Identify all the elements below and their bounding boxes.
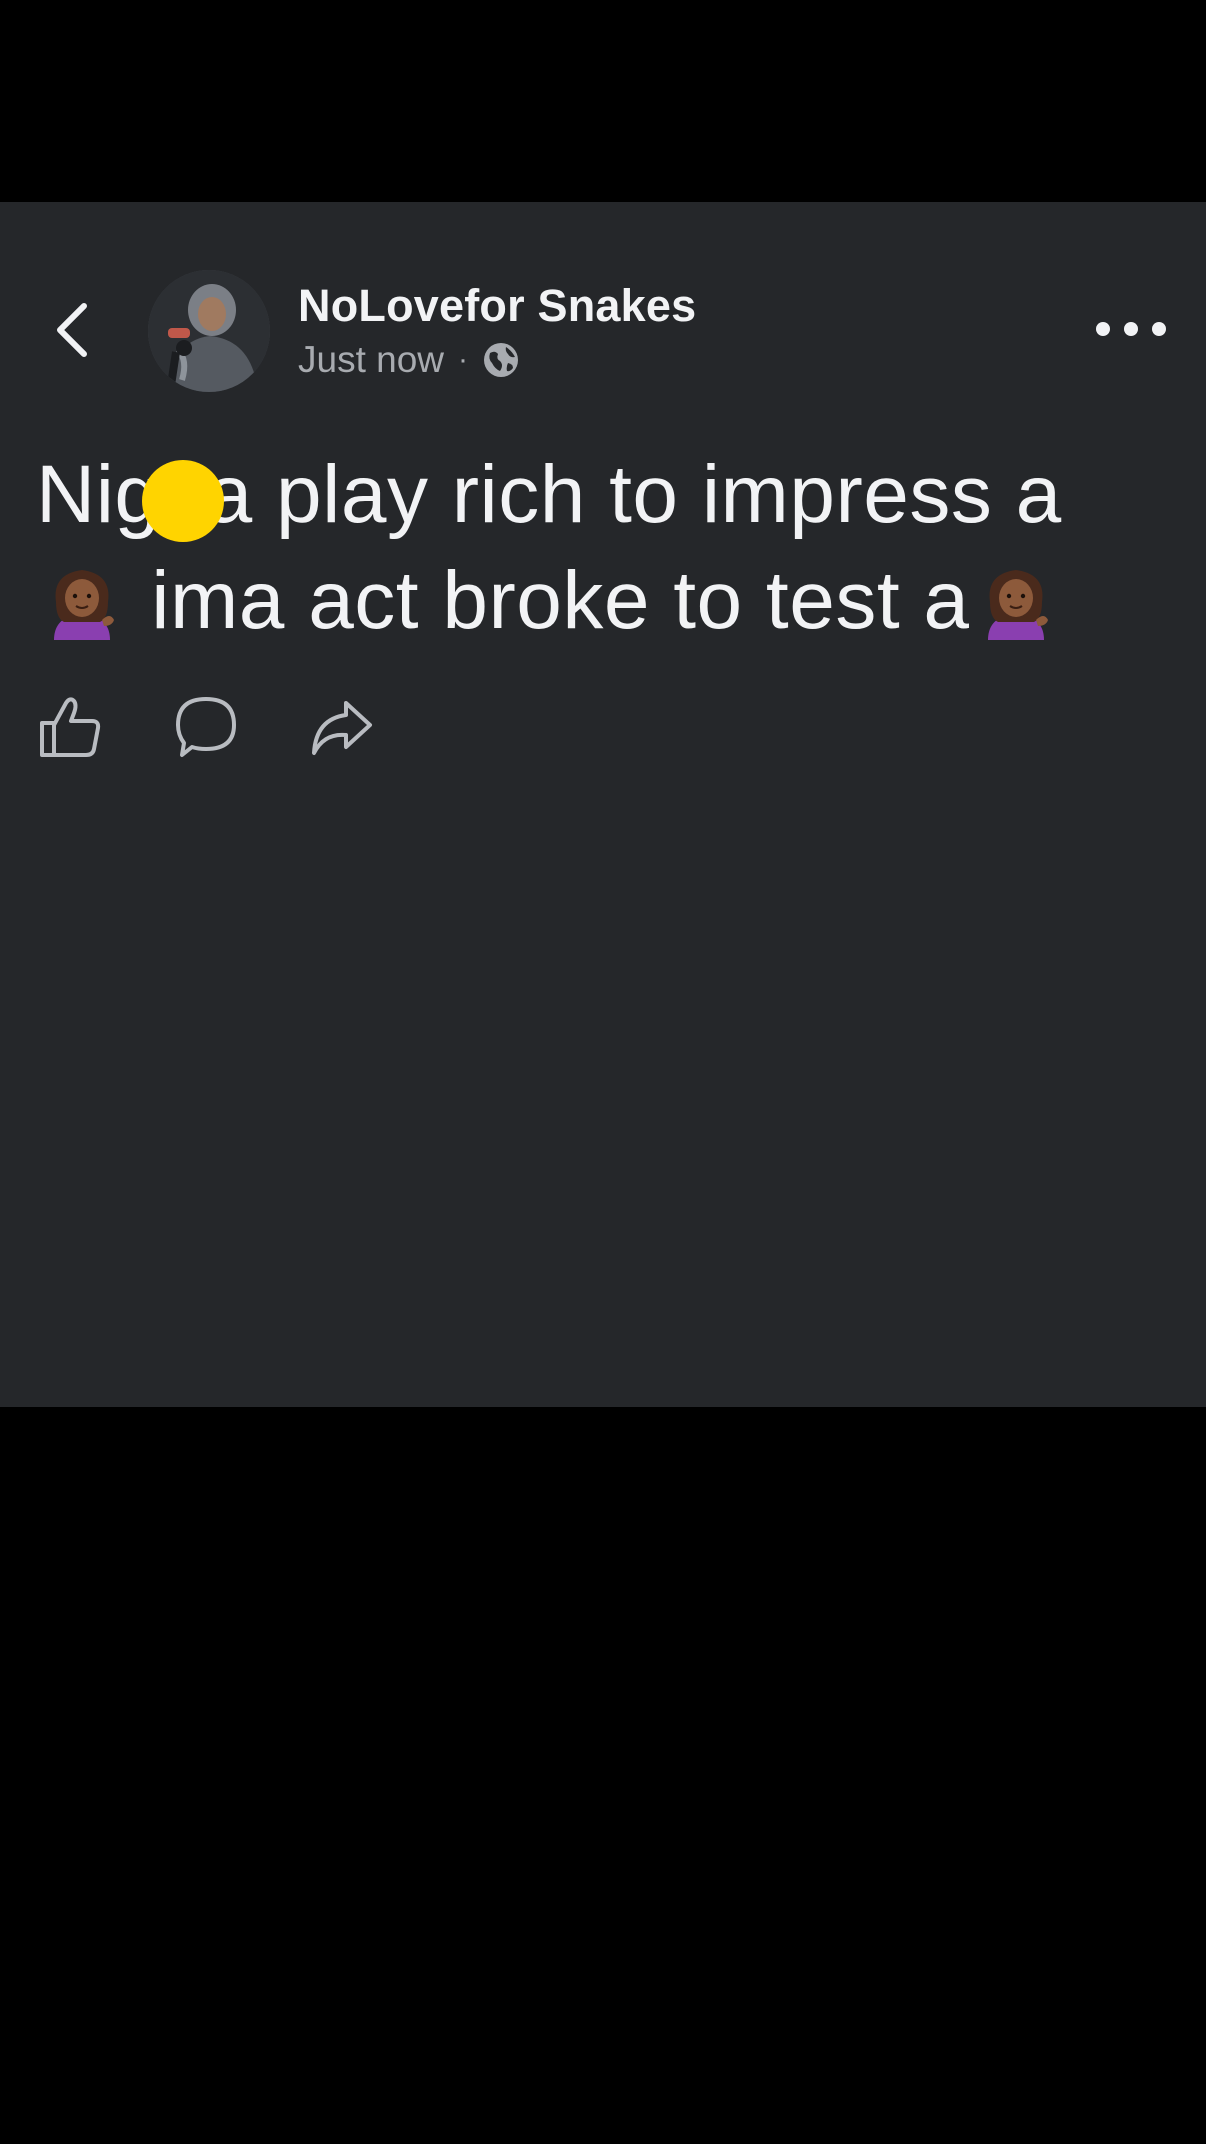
author-block: NoLovefor Snakes Just now · — [298, 280, 696, 382]
more-dot — [1124, 322, 1138, 336]
globe-icon — [484, 343, 519, 377]
back-button[interactable] — [44, 298, 100, 362]
author-name[interactable]: NoLovefor Snakes — [298, 280, 696, 332]
post-card: NoLovefor Snakes Just now · Nigga play r… — [0, 202, 1206, 1407]
post-text-segment: ima act broke to test a — [128, 555, 970, 646]
post-text-line-2: ima act broke to test a — [36, 548, 1166, 654]
touch-indicator — [142, 460, 224, 542]
more-options-button[interactable] — [1096, 304, 1166, 354]
post-timestamp[interactable]: Just now — [298, 338, 444, 382]
share-icon — [312, 701, 372, 755]
post-header: NoLovefor Snakes Just now · — [0, 262, 1206, 402]
post-actions — [36, 692, 444, 762]
woman-tipping-hand-emoji — [987, 570, 1048, 640]
comment-button[interactable] — [172, 693, 240, 761]
avatar[interactable] — [148, 270, 270, 392]
chevron-left-icon — [57, 303, 87, 357]
avatar-photo — [148, 270, 270, 392]
more-dot — [1096, 322, 1110, 336]
more-dot — [1152, 322, 1166, 336]
woman-tipping-hand-emoji — [54, 570, 114, 640]
screen: NoLovefor Snakes Just now · Nigga play r… — [0, 0, 1206, 2144]
comment-icon — [176, 697, 236, 757]
post-meta: Just now · — [298, 338, 696, 382]
meta-separator: · — [458, 343, 469, 376]
share-button[interactable] — [308, 693, 376, 761]
like-button[interactable] — [36, 693, 104, 761]
like-icon — [40, 697, 101, 757]
